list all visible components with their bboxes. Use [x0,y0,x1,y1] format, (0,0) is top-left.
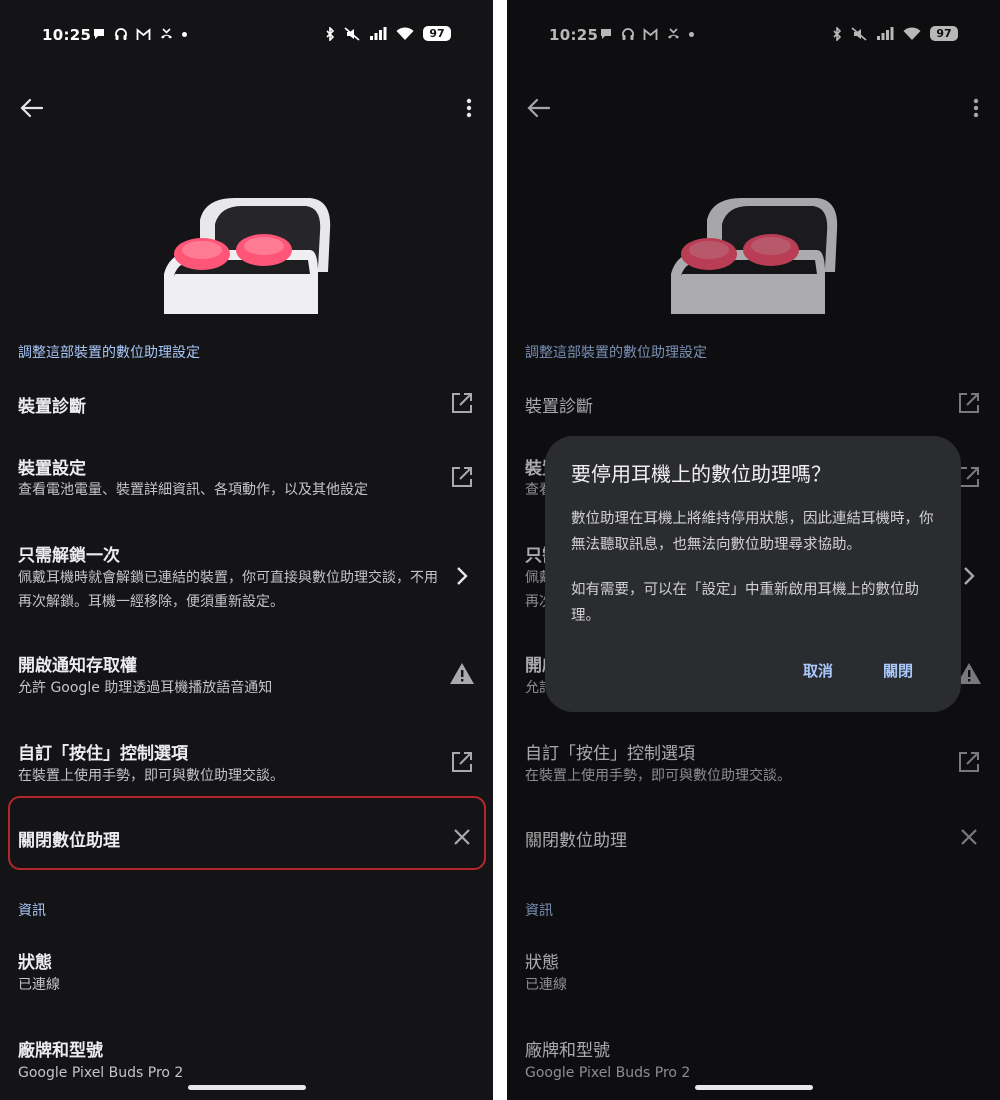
item-title: 只需解鎖一次 [18,546,120,566]
list-item-unlock-once[interactable]: 只需解鎖一次 佩戴耳機時就會解鎖已連結的裝置，你可直接與數位助理交談，不用再次解… [0,535,493,615]
turn-off-button[interactable]: 關閉 [877,656,919,685]
dialog-body-paragraph-2: 如有需要，可以在「設定」中重新啟用耳機上的數位助理。 [571,582,919,624]
notification-dot [182,31,187,37]
phone-screen-left: 10:25 97 調整這部裝置的數位助理設定 裝置診斷 裝置設定 查看電池電量、… [0,0,493,1100]
cancel-button[interactable]: 取消 [797,656,839,685]
list-item-model: 廠牌和型號 Google Pixel Buds Pro 2 [0,1030,493,1090]
warning-icon [450,663,474,684]
open-external-icon [452,467,472,487]
battery-indicator: 97 [423,26,451,41]
close-icon [454,829,470,845]
phone-screen-right: 10:25 97 調整這部裝置的數位助理設定 裝置診斷 允許 自訂「按住」控制選… [507,0,1000,1100]
item-subtitle: 允許 Google 助理透過耳機播放語音通知 [18,680,273,696]
back-arrow-icon[interactable] [16,92,48,124]
list-item-device-settings[interactable]: 裝置設定 查看電池電量、裝置詳細資訊、各項動作，以及其他設定 [0,448,493,508]
section-header-info: 資訊 [18,903,46,919]
section-header-assistant: 調整這部裝置的數位助理設定 [18,345,200,361]
open-external-icon [452,752,472,772]
disable-assistant-dialog: 要停用耳機上的數位助理嗎？ 數位助理在耳機上將維持停用狀態，因此連結耳機時，你無… [545,436,961,712]
item-subtitle: 已連線 [18,977,60,993]
chat-icon [94,29,104,39]
list-item-diagnostics[interactable]: 裝置診斷 [0,384,493,424]
earbuds-case-image [164,198,331,314]
item-subtitle: 查看電池電量、裝置詳細資訊、各項動作，以及其他設定 [18,482,368,498]
missed-call-icon [161,28,172,39]
more-options-icon[interactable] [457,96,481,120]
gmail-icon [136,27,151,40]
list-item-status: 狀態 已連線 [0,942,493,1002]
wifi-icon [396,26,414,40]
list-item-notification-access[interactable]: 開啟通知存取權 允許 Google 助理透過耳機播放語音通知 [0,645,493,705]
item-subtitle: 在裝置上使用手勢，即可與數位助理交談。 [18,768,284,784]
mute-icon [344,26,360,41]
item-subtitle: Google Pixel Buds Pro 2 [18,1065,184,1081]
item-title: 狀態 [18,953,52,973]
item-subtitle: 佩戴耳機時就會解鎖已連結的裝置，你可直接與數位助理交談，不用再次解鎖。耳機一經移… [18,570,438,610]
dialog-title: 要停用耳機上的數位助理嗎？ [571,462,831,486]
item-title: 自訂「按住」控制選項 [18,744,188,764]
open-external-icon [452,393,472,413]
list-item-hold-controls[interactable]: 自訂「按住」控制選項 在裝置上使用手勢，即可與數位助理交談。 [0,733,493,793]
status-bar: 10:25 97 [0,22,493,52]
dialog-body-paragraph-1: 數位助理在耳機上將維持停用狀態，因此連結耳機時，你無法聽取訊息，也無法向數位助理… [571,511,934,553]
headphones-icon [115,28,127,40]
chevron-right-icon [457,567,468,585]
signal-icon [370,27,387,40]
list-item-disable-assistant[interactable]: 關閉數位助理 [0,818,493,858]
item-title: 裝置診斷 [18,397,86,417]
bluetooth-icon [326,26,335,41]
item-title: 關閉數位助理 [18,831,120,851]
gesture-nav-bar[interactable] [187,1085,306,1090]
item-title: 廠牌和型號 [18,1041,103,1061]
gesture-nav-bar[interactable] [694,1085,813,1090]
status-time: 10:25 [42,26,92,44]
item-title: 開啟通知存取權 [18,656,137,676]
item-title: 裝置設定 [18,459,86,479]
